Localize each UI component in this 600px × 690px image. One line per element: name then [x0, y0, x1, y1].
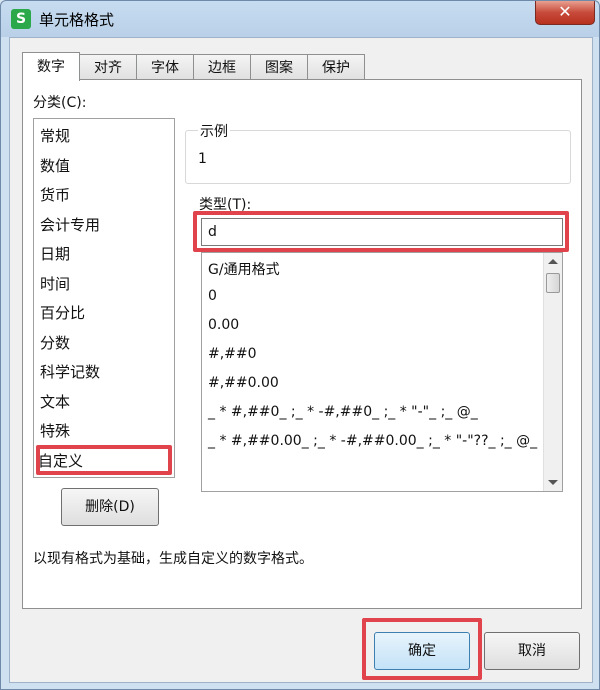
category-item-number[interactable]: 数值 [40, 155, 70, 176]
highlight-ok-button [362, 618, 482, 680]
category-item-text[interactable]: 文本 [40, 391, 70, 412]
category-item-currency[interactable]: 货币 [40, 184, 70, 205]
category-item-accounting[interactable]: 会计专用 [40, 214, 100, 235]
category-item-date[interactable]: 日期 [40, 243, 70, 264]
format-description: 以现有格式为基础，生成自定义的数字格式。 [33, 551, 313, 567]
format-item[interactable]: #,##0.00 [208, 375, 279, 391]
category-item-fraction[interactable]: 分数 [40, 332, 70, 353]
scroll-thumb[interactable] [546, 273, 560, 293]
category-item-scientific[interactable]: 科学记数 [40, 361, 100, 382]
scroll-down-icon[interactable] [548, 480, 558, 485]
sample-legend: 示例 [198, 121, 230, 141]
close-button[interactable]: ✕ [535, 1, 595, 25]
cancel-button[interactable]: 取消 [484, 632, 580, 670]
tab-protection[interactable]: 保护 [307, 54, 365, 80]
scroll-up-icon[interactable] [548, 259, 558, 264]
tab-alignment[interactable]: 对齐 [79, 54, 137, 80]
format-item[interactable]: 0.00 [208, 317, 239, 333]
tab-strip: 数字 对齐 字体 边框 图案 保护 [22, 52, 365, 81]
title-bar[interactable]: S 单元格格式 ✕ [1, 1, 599, 37]
format-item[interactable]: 0 [208, 288, 217, 304]
tab-number[interactable]: 数字 [22, 52, 80, 81]
format-item[interactable]: _ * #,##0.00_ ;_ * -#,##0.00_ ;_ * "-"??… [208, 433, 537, 449]
wps-app-icon: S [11, 9, 31, 29]
format-item[interactable]: #,##0 [208, 346, 257, 362]
format-list[interactable]: G/通用格式 0 0.00 #,##0 #,##0.00 _ * #,##0_ … [201, 252, 563, 492]
format-list-scrollbar[interactable] [543, 253, 562, 491]
format-item[interactable]: _ * #,##0_ ;_ * -#,##0_ ;_ * "-"_ ;_ @_ [208, 404, 478, 420]
category-item-percentage[interactable]: 百分比 [40, 302, 85, 323]
category-item-special[interactable]: 特殊 [40, 420, 70, 441]
tab-pattern[interactable]: 图案 [250, 54, 308, 80]
dialog-body: 数字 对齐 字体 边框 图案 保护 分类(C): 常规 数值 货币 会计专用 日… [9, 37, 593, 683]
category-list[interactable]: 常规 数值 货币 会计专用 日期 时间 百分比 分数 科学记数 文本 特殊 自定… [33, 118, 175, 478]
highlight-custom-category [36, 445, 172, 475]
category-item-general[interactable]: 常规 [40, 125, 70, 146]
tab-font[interactable]: 字体 [136, 54, 194, 80]
sample-value: 1 [198, 151, 207, 167]
category-item-time[interactable]: 时间 [40, 273, 70, 294]
format-item[interactable]: G/通用格式 [208, 259, 280, 279]
close-icon: ✕ [558, 2, 572, 21]
number-tab-panel: 分类(C): 常规 数值 货币 会计专用 日期 时间 百分比 分数 科学记数 文… [22, 79, 582, 609]
delete-button[interactable]: 删除(D) [61, 488, 159, 526]
category-label: 分类(C): [33, 95, 87, 111]
dialog-title: 单元格格式 [39, 11, 115, 29]
highlight-type-input [193, 211, 569, 252]
format-cells-dialog: S 单元格格式 ✕ 数字 对齐 字体 边框 图案 保护 分类(C): 常规 数值… [0, 0, 600, 690]
tab-border[interactable]: 边框 [193, 54, 251, 80]
sample-group: 示例 1 [185, 121, 571, 184]
